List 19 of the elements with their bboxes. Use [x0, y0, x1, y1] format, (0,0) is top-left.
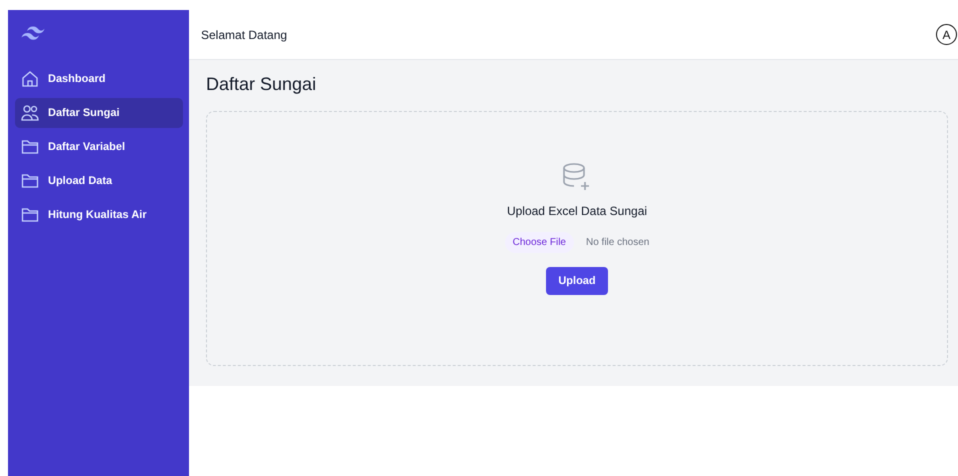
sidebar-item[interactable]: Upload Data — [15, 166, 183, 196]
folder-icon — [21, 138, 39, 156]
choose-file-button[interactable]: Choose File — [504, 232, 574, 253]
folder-icon — [21, 206, 39, 224]
upload-heading: Upload Excel Data Sungai — [506, 204, 648, 218]
avatar-button[interactable]: A — [936, 24, 957, 45]
upload-button[interactable]: Upload — [546, 267, 608, 295]
sidebar-item[interactable]: Dashboard — [15, 64, 183, 94]
page-title: Daftar Sungai — [206, 74, 318, 95]
logo-icon — [21, 26, 45, 40]
home-icon — [21, 70, 39, 88]
folder-icon — [21, 172, 39, 190]
sidebar-item[interactable]: Daftar Sungai — [15, 98, 183, 128]
sidebar-item[interactable]: Daftar Variabel — [15, 132, 183, 162]
users-icon — [21, 104, 39, 122]
database-add-icon — [562, 162, 592, 192]
sidebar-item[interactable]: Hitung Kualitas Air — [15, 200, 183, 230]
file-status: No file chosen — [586, 237, 650, 248]
greeting: Selamat Datang — [201, 28, 288, 42]
